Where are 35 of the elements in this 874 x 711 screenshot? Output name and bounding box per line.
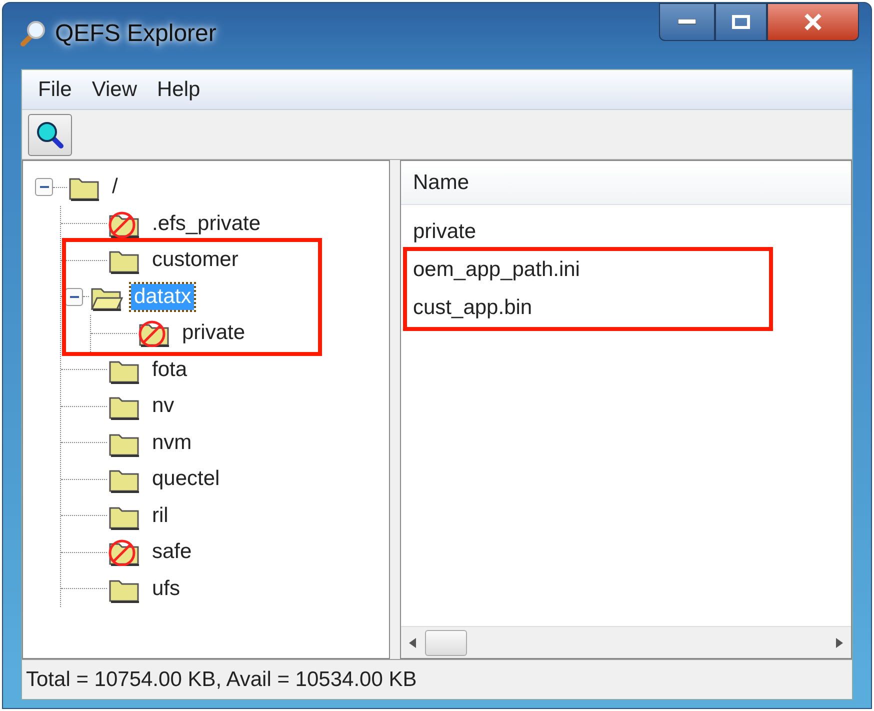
- column-header[interactable]: Name: [413, 166, 470, 198]
- file-name[interactable]: oem_app_path.ini: [413, 254, 580, 286]
- file-name[interactable]: cust_app.bin: [413, 292, 532, 324]
- search-button[interactable]: [28, 114, 72, 156]
- tree-item[interactable]: private: [179, 320, 248, 346]
- maximize-button[interactable]: [715, 3, 767, 41]
- tree-item[interactable]: nvm: [149, 430, 195, 456]
- close-icon: [803, 13, 823, 31]
- menu-item[interactable]: View: [82, 74, 147, 106]
- menu-item[interactable]: Help: [146, 74, 210, 106]
- magnifier-icon: [19, 20, 47, 48]
- scrollbar-thumb[interactable]: [425, 630, 467, 656]
- tree-item[interactable]: quectel: [149, 466, 223, 492]
- window-title: QEFS Explorer: [55, 19, 216, 49]
- status-text: Total = 10754.00 KB, Avail = 10534.00 KB: [22, 659, 852, 699]
- tree-item[interactable]: ufs: [149, 576, 184, 602]
- collapse-toggle[interactable]: [65, 288, 83, 306]
- tree-item[interactable]: customer: [149, 247, 242, 274]
- minimize-button[interactable]: [659, 3, 715, 41]
- tree-item[interactable]: /: [109, 174, 121, 200]
- search-icon: [35, 120, 65, 150]
- scroll-right-icon[interactable]: [835, 636, 845, 648]
- menu-item[interactable]: File: [28, 74, 82, 106]
- tree-item[interactable]: .efs_private: [149, 210, 264, 237]
- horizontal-scrollbar[interactable]: [401, 626, 851, 658]
- tree-item[interactable]: nv: [149, 393, 178, 420]
- maximize-icon: [732, 15, 750, 29]
- file-name[interactable]: private: [413, 216, 476, 248]
- tree-item[interactable]: fota: [149, 356, 190, 383]
- close-button[interactable]: [767, 3, 859, 41]
- tree-item[interactable]: ril: [149, 502, 172, 529]
- collapse-toggle[interactable]: [35, 178, 53, 196]
- tree-item[interactable]: safe: [149, 539, 195, 566]
- scroll-left-icon[interactable]: [407, 636, 417, 648]
- minimize-icon: [678, 19, 696, 25]
